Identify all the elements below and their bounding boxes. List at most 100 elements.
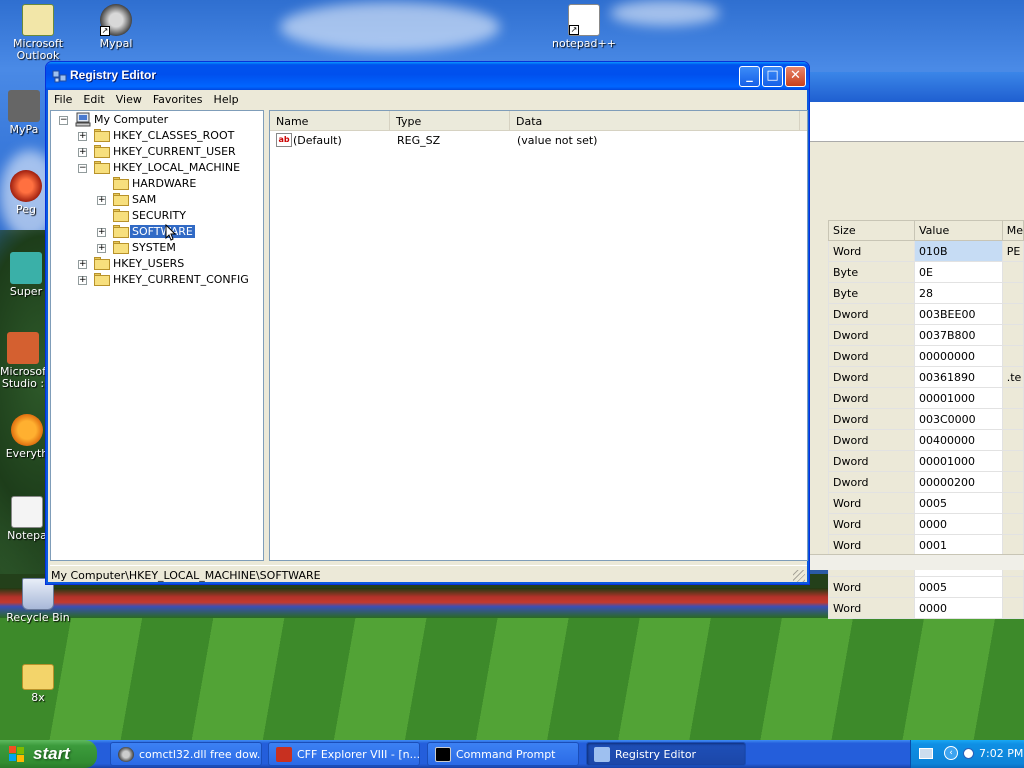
tree-node-sam[interactable]: + SAM bbox=[51, 192, 261, 208]
table-row[interactable]: Dword 00001000 bbox=[828, 387, 1024, 409]
tree-label: HKEY_LOCAL_MACHINE bbox=[113, 161, 241, 174]
cloud bbox=[280, 2, 500, 52]
table-row[interactable]: Dword 00001000 bbox=[828, 450, 1024, 472]
taskbar-item-comctl32[interactable]: comctl32.dll free dow... bbox=[110, 742, 262, 766]
cell-value: 28 bbox=[914, 282, 1003, 304]
tree-node-hku[interactable]: + HKEY_USERS bbox=[51, 256, 261, 272]
table-row[interactable]: Word 0005 bbox=[828, 492, 1024, 514]
cff-explorer-window[interactable]: Size Value Me Word 010B PE Byte 0E Byte 28 Dwor… bbox=[808, 72, 1024, 619]
table-row[interactable]: Dword 00361890 .te bbox=[828, 366, 1024, 388]
table-row[interactable]: Word 0005 bbox=[828, 576, 1024, 598]
column-header-size[interactable]: Size bbox=[828, 220, 915, 241]
table-row[interactable]: Word 010B PE bbox=[828, 240, 1024, 262]
tree-node-hardware[interactable]: HARDWARE bbox=[51, 176, 261, 192]
tree-node-my-computer[interactable]: − My Computer bbox=[51, 112, 261, 128]
tree-label: HKEY_USERS bbox=[113, 257, 185, 270]
desktop-icon-notepadpp[interactable]: ↗ notepad++ bbox=[546, 4, 622, 50]
menu-view[interactable]: View bbox=[112, 90, 149, 106]
collapse-icon[interactable]: − bbox=[78, 164, 87, 173]
start-button[interactable]: start bbox=[0, 740, 97, 768]
menu-help[interactable]: Help bbox=[210, 90, 246, 106]
menu-bar: File Edit View Favorites Help bbox=[50, 90, 805, 110]
table-row[interactable]: Word 0001 bbox=[828, 534, 1024, 556]
tree-node-hklm[interactable]: − HKEY_LOCAL_MACHINE bbox=[51, 160, 261, 176]
list-row[interactable]: ab (Default) REG_SZ (value not set) bbox=[270, 132, 807, 149]
tree-label: SECURITY bbox=[132, 209, 186, 222]
desktop-icon-label: Mypal bbox=[99, 37, 133, 50]
expand-icon[interactable]: + bbox=[78, 276, 87, 285]
taskbar-item-label: comctl32.dll free dow... bbox=[139, 748, 262, 761]
cff-explorer-toolbar bbox=[808, 102, 1024, 142]
table-row[interactable]: Word0000 bbox=[828, 597, 1024, 619]
table-row[interactable]: Word0000 bbox=[828, 513, 1024, 535]
close-button[interactable]: ✕ bbox=[785, 66, 806, 87]
registry-values-list[interactable]: Name Type Data ab (Default) REG_SZ (valu… bbox=[269, 110, 808, 561]
desktop-icon-mypal[interactable]: ↗ Mypal bbox=[78, 4, 154, 50]
app-icon bbox=[10, 170, 42, 202]
expand-icon[interactable]: + bbox=[78, 132, 87, 141]
desktop-icon-outlook[interactable]: Microsoft Outlook bbox=[0, 4, 76, 62]
cell-size: Word bbox=[828, 240, 915, 262]
collapse-icon[interactable]: − bbox=[59, 116, 68, 125]
desktop-icon-folder-8x[interactable]: 8x bbox=[0, 660, 76, 704]
table-row[interactable]: Dword 00000000 bbox=[828, 345, 1024, 367]
expand-icon[interactable]: + bbox=[97, 244, 106, 253]
registry-editor-window[interactable]: Registry Editor _ □ ✕ File Edit View Favori… bbox=[45, 61, 810, 585]
cell-value: 00000000 bbox=[914, 345, 1003, 367]
column-header-value[interactable]: Value bbox=[914, 220, 1003, 241]
tree-node-software[interactable]: + SOFTWARE bbox=[51, 224, 261, 240]
expand-icon[interactable]: + bbox=[78, 148, 87, 157]
column-header-data[interactable]: Data bbox=[510, 111, 800, 130]
close-icon: ✕ bbox=[790, 68, 801, 83]
taskbar-item-label: Registry Editor bbox=[615, 748, 697, 761]
titlebar[interactable]: Registry Editor _ □ ✕ bbox=[46, 62, 809, 90]
cell-meaning bbox=[1001, 408, 1024, 430]
tree-node-hkcc[interactable]: + HKEY_CURRENT_CONFIG bbox=[51, 272, 261, 288]
table-row[interactable]: Dword 00400000 bbox=[828, 429, 1024, 451]
registry-tree[interactable]: − My Computer + HKEY_CLASSES_ROOT + HKEY… bbox=[50, 110, 264, 561]
folder-icon bbox=[94, 257, 110, 270]
tree-node-hkcu[interactable]: + HKEY_CURRENT_USER bbox=[51, 144, 261, 160]
table-row[interactable]: Dword 003C0000 bbox=[828, 408, 1024, 430]
expand-icon[interactable]: + bbox=[78, 260, 87, 269]
column-header-name[interactable]: Name bbox=[270, 111, 390, 130]
cff-explorer-titlebar[interactable] bbox=[808, 72, 1024, 102]
tree-node-security[interactable]: SECURITY bbox=[51, 208, 261, 224]
table-row[interactable]: Byte 0E bbox=[828, 261, 1024, 283]
folder-open-icon bbox=[94, 161, 110, 174]
keyboard-icon[interactable] bbox=[919, 748, 933, 759]
tree-node-system[interactable]: + SYSTEM bbox=[51, 240, 261, 256]
computer-icon bbox=[75, 112, 91, 127]
menu-file[interactable]: File bbox=[50, 90, 79, 106]
taskbar-item-command-prompt[interactable]: Command Prompt bbox=[427, 742, 579, 766]
menu-favorites[interactable]: Favorites bbox=[149, 90, 210, 106]
clock[interactable]: 7:02 PM bbox=[979, 747, 1023, 760]
show-hidden-icons-icon[interactable]: ‹ bbox=[944, 746, 958, 760]
cell-value: 0005 bbox=[914, 576, 1003, 598]
maximize-button[interactable]: □ bbox=[762, 66, 783, 87]
desktop-icon-label: 8x bbox=[31, 691, 45, 704]
table-row[interactable]: Dword 003BEE00 bbox=[828, 303, 1024, 325]
table-row[interactable]: Dword 0037B800 bbox=[828, 324, 1024, 346]
notepadpp-icon: ↗ bbox=[568, 4, 600, 36]
resize-grip-icon[interactable] bbox=[793, 570, 805, 582]
cell-meaning: PE bbox=[1001, 240, 1024, 262]
taskbar-item-cff-explorer[interactable]: CFF Explorer VIII - [n... bbox=[268, 742, 420, 766]
expand-icon[interactable]: + bbox=[97, 196, 106, 205]
table-row[interactable]: Dword 00000200 bbox=[828, 471, 1024, 493]
registry-editor-icon bbox=[594, 747, 610, 762]
cell-value: 00000200 bbox=[914, 471, 1003, 493]
cell-value: 010B bbox=[914, 240, 1003, 262]
minimize-button[interactable]: _ bbox=[739, 66, 760, 87]
cell-value: 0037B800 bbox=[914, 324, 1003, 346]
menu-edit[interactable]: Edit bbox=[79, 90, 111, 106]
list-header: Name Type Data bbox=[270, 111, 807, 131]
folder-icon bbox=[22, 664, 54, 690]
taskbar-item-registry-editor[interactable]: Registry Editor bbox=[586, 742, 746, 766]
horizontal-scrollbar[interactable] bbox=[808, 554, 1024, 570]
column-header-meaning[interactable]: Me bbox=[1001, 220, 1024, 241]
column-header-type[interactable]: Type bbox=[390, 111, 510, 130]
tree-node-hkcr[interactable]: + HKEY_CLASSES_ROOT bbox=[51, 128, 261, 144]
expand-icon[interactable]: + bbox=[97, 228, 106, 237]
table-row[interactable]: Byte 28 bbox=[828, 282, 1024, 304]
